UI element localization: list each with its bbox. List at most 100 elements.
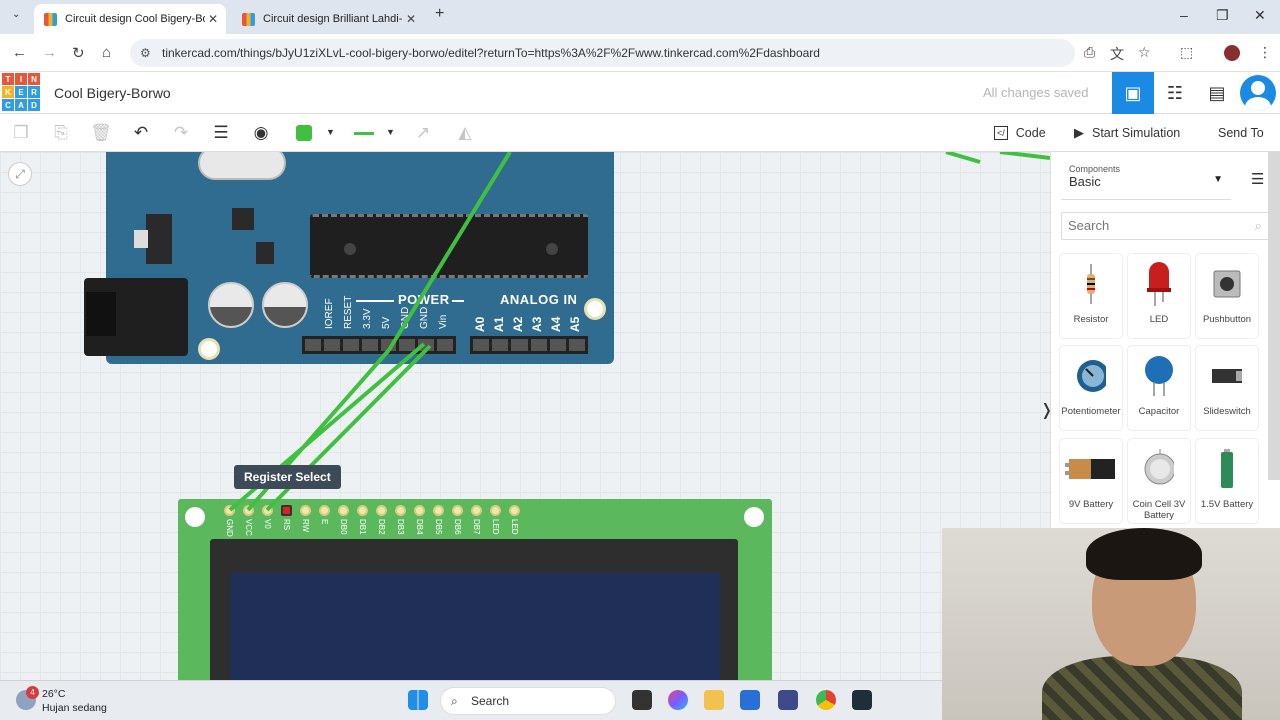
capacitor-icon [1144,356,1174,396]
coin-cell-icon [1144,449,1174,489]
reload-icon[interactable]: ↻ [72,44,85,62]
search-icon: ⌕ [451,694,458,708]
close-window-icon[interactable]: ✕ [1254,7,1266,24]
paste-icon: ⎘ [54,123,68,142]
search-placeholder: Search [1068,218,1110,233]
circuit-canvas[interactable]: ⤢ POWER ANALOG IN IOREF RESET 3.3V 5V GN… [0,152,1050,680]
code-label: Code [1015,126,1046,140]
temperature: 26°C [42,688,66,700]
code-icon: </ [994,126,1008,140]
show-notes-button[interactable]: ◉ [248,120,274,146]
forward-icon[interactable]: → [42,44,57,61]
schematic-view-button[interactable]: ☷ [1154,72,1196,114]
component-coin-cell-battery[interactable]: Coin Cell 3V Battery [1128,439,1190,523]
paste-button[interactable]: ⎘ [48,120,74,146]
send-to-button[interactable]: Send To [1218,120,1264,146]
minimize-icon[interactable]: – [1180,7,1188,23]
component-9v-battery[interactable]: 9V Battery [1060,439,1122,523]
component-1-5v-battery[interactable]: 1.5V Battery [1196,439,1258,523]
app-icon[interactable] [778,690,798,710]
component-pushbutton[interactable]: Pushbutton [1196,254,1258,338]
wire-color-swatch[interactable] [296,125,312,141]
rotate-button[interactable]: ↗ [410,120,436,146]
install-app-icon[interactable]: ⎙ [1084,44,1095,61]
tab-title: Circuit design Brilliant Lahdi-Bo [263,13,403,25]
extensions-icon[interactable]: ⬚ [1180,44,1193,61]
search-label: Search [471,694,510,708]
pushbutton-icon [1212,264,1242,304]
table-icon: ▤ [1208,82,1226,103]
component-label: Coin Cell 3V Battery [1132,499,1186,521]
wire-type-selector[interactable] [354,132,374,135]
undo-icon: ↶ [133,123,149,142]
dropdown-value: Basic [1069,174,1101,189]
editor-toolbar: ❐ ⎘ 🗑 ↶ ↷ ☰ ◉ ▼ ▼ ↗ ◭ </ Code ▶ Start Si… [0,114,1280,152]
file-explorer-icon[interactable] [704,690,724,710]
component-slideswitch[interactable]: Slideswitch [1196,346,1258,430]
windows-start-icon[interactable] [408,690,428,710]
component-label: Capacitor [1138,406,1180,417]
panel-scrollbar[interactable] [1268,152,1280,480]
chevron-down-icon: ▼ [1213,174,1223,185]
list-view-icon[interactable]: ☰ [1251,170,1264,188]
tab-cool-bigery-borwo[interactable]: Circuit design Cool Bigery-Borwo ✕ [34,4,226,34]
taskbar-search[interactable]: ⌕ Search [440,687,616,715]
color-dropdown-icon[interactable]: ▼ [326,127,335,137]
resistor-icon [1076,264,1106,304]
component-capacitor[interactable]: Capacitor [1128,346,1190,430]
site-info-icon[interactable]: ⚙ [140,46,151,60]
store-icon[interactable] [740,690,760,710]
start-simulation-label: Start Simulation [1092,126,1181,140]
component-resistor[interactable]: Resistor [1060,254,1122,338]
task-view-icon[interactable] [632,690,652,710]
redo-icon: ↷ [173,123,189,142]
url-field[interactable]: ⚙ tinkercad.com/things/bJyU1ziXLvL-cool-… [130,39,1075,67]
circuit-view-button[interactable]: ▣ [1112,72,1154,114]
project-title[interactable]: Cool Bigery-Borwo [54,85,171,101]
wire[interactable] [999,152,1050,160]
trash-icon: 🗑 [90,123,112,142]
start-simulation-button[interactable]: ▶ Start Simulation [1074,120,1180,146]
copy-button[interactable]: ❐ [8,120,34,146]
close-tab-icon[interactable]: ✕ [406,12,416,26]
component-label: Potentiometer [1061,406,1121,417]
chrome-icon[interactable] [816,690,836,710]
component-potentiometer[interactable]: Potentiometer [1060,346,1122,430]
tinkercad-favicon-icon [242,12,255,26]
redo-button[interactable]: ↷ [168,120,194,146]
delete-button[interactable]: 🗑 [88,120,114,146]
bookmark-star-icon[interactable]: ☆ [1138,44,1151,61]
profile-avatar[interactable] [1224,45,1240,61]
component-label: 9V Battery [1068,499,1114,510]
component-led[interactable]: LED [1128,254,1190,338]
translate-icon[interactable]: 文 [1110,44,1124,64]
note-icon: ☰ [213,123,229,142]
app-icon[interactable] [852,690,872,710]
back-icon[interactable]: ← [12,44,27,61]
dropdown-label: Components [1069,164,1121,174]
windows-taskbar: 4 26°C Hujan sedang ⌕ Search [0,680,942,720]
wire[interactable] [945,152,981,164]
tinkercad-logo[interactable]: TIN KER CAD [2,73,40,111]
components-dropdown[interactable]: Components Basic ▼ [1061,160,1231,200]
browser-menu-icon[interactable]: ⋮ [1258,44,1272,61]
tab-brilliant-lahdi-bo[interactable]: Circuit design Brilliant Lahdi-Bo ✕ [232,4,424,34]
presenter-hair [1086,528,1202,580]
code-button[interactable]: </ Code [994,120,1046,146]
maximize-icon[interactable]: ❐ [1216,7,1229,24]
copilot-icon[interactable] [668,690,688,710]
tab-list-icon[interactable]: ⌄ [12,9,20,20]
wire-type-dropdown-icon[interactable]: ▼ [386,127,395,137]
wire[interactable] [387,152,512,352]
user-avatar[interactable] [1240,75,1276,111]
notes-button[interactable]: ☰ [208,120,234,146]
close-tab-icon[interactable]: ✕ [208,12,218,26]
weather-condition: Hujan sedang [42,702,107,714]
home-icon[interactable]: ⌂ [102,44,111,61]
undo-button[interactable]: ↶ [128,120,154,146]
rotate-icon: ↗ [415,123,431,142]
component-list-view-button[interactable]: ▤ [1196,72,1238,114]
component-search-input[interactable]: Search ⌕ [1061,212,1269,240]
new-tab-button[interactable]: + [435,5,444,23]
flip-button[interactable]: ◭ [452,120,478,146]
